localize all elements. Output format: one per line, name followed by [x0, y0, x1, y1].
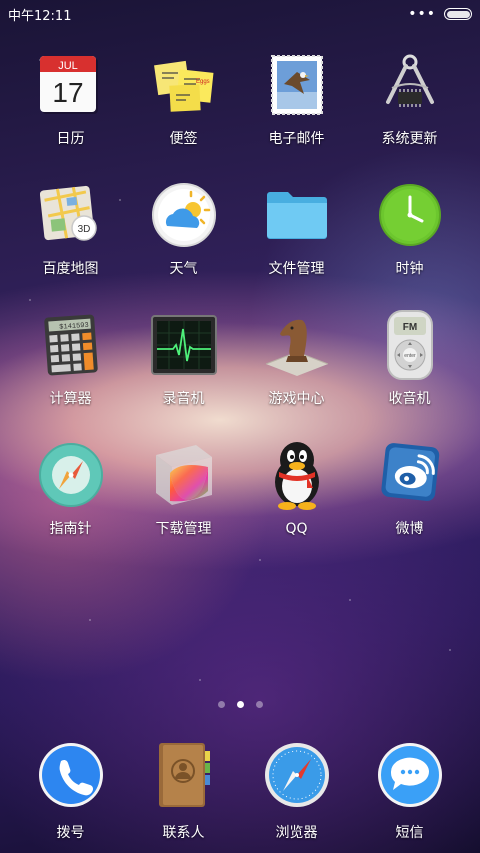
calendar-day: 17 [52, 77, 83, 108]
app-download-manager[interactable]: 下载管理 [127, 440, 240, 570]
app-calculator[interactable]: $141593 计算器 [14, 310, 127, 440]
clock-icon [375, 180, 445, 250]
app-clock[interactable]: 时钟 [353, 180, 466, 310]
app-label: 短信 [395, 825, 424, 841]
page-dot-1[interactable] [217, 701, 225, 708]
app-notes[interactable]: Eggs 便签 [127, 50, 240, 180]
app-weather[interactable]: 天气 [127, 180, 240, 310]
app-label: 拨号 [56, 825, 85, 841]
calendar-icon: JUL 17 [36, 50, 106, 120]
folder-icon [262, 180, 332, 250]
radio-enter: enter [404, 353, 416, 359]
penguin-icon [262, 440, 332, 510]
mail-stamp-icon [262, 50, 332, 120]
app-label: 日历 [56, 131, 85, 147]
status-time: 中午12:11 [8, 8, 72, 24]
dock-messages[interactable]: 短信 [353, 740, 466, 842]
app-label: QQ [285, 521, 308, 537]
app-radio[interactable]: FM enter 收音机 [353, 310, 466, 440]
contacts-book-icon [149, 740, 219, 810]
page-dot-2-active[interactable] [236, 701, 244, 708]
app-label: 指南针 [49, 521, 92, 537]
app-label: 百度地图 [42, 261, 99, 277]
app-recorder[interactable]: 录音机 [127, 310, 240, 440]
app-weibo[interactable]: 微博 [353, 440, 466, 570]
app-file-manager[interactable]: 文件管理 [240, 180, 353, 310]
radio-icon: FM enter [375, 310, 445, 380]
app-label: 微博 [395, 521, 424, 537]
app-label: 时钟 [395, 261, 424, 277]
more-dots-icon: ••• [408, 6, 436, 22]
radio-display: FM [402, 322, 416, 333]
app-label: 文件管理 [268, 261, 325, 277]
app-compass[interactable]: 指南针 [14, 440, 127, 570]
app-label: 系统更新 [381, 131, 438, 147]
compass-icon [36, 440, 106, 510]
app-game-center[interactable]: 游戏中心 [240, 310, 353, 440]
phone-icon [36, 740, 106, 810]
app-label: 联系人 [162, 825, 205, 841]
page-dot-3[interactable] [255, 701, 263, 708]
chess-knight-icon [262, 310, 332, 380]
app-mail[interactable]: 电子邮件 [240, 50, 353, 180]
app-label: 计算器 [49, 391, 92, 407]
svg-text:Eggs: Eggs [196, 79, 210, 85]
dock-browser[interactable]: 浏览器 [240, 740, 353, 842]
dock-contacts[interactable]: 联系人 [127, 740, 240, 842]
compass-tool-chip-icon [375, 50, 445, 120]
app-label: 录音机 [162, 391, 205, 407]
status-icons: ••• [408, 7, 472, 21]
app-label: 浏览器 [275, 825, 318, 841]
app-label: 天气 [169, 261, 198, 277]
gradient-chart-icon [149, 440, 219, 510]
weibo-icon [375, 440, 445, 510]
app-grid: JUL 17 日历 Eggs 便签 电子邮件 系统更新 3D 百度地图 天气 文… [14, 50, 466, 570]
page-indicator[interactable] [0, 701, 480, 708]
calendar-month: JUL [58, 60, 78, 72]
message-bubble-icon [375, 740, 445, 810]
dock: 拨号 联系人 浏览器 短信 [14, 740, 466, 842]
app-qq[interactable]: QQ [240, 440, 353, 570]
weather-icon [149, 180, 219, 250]
safari-compass-icon [262, 740, 332, 810]
app-baidu-map[interactable]: 3D 百度地图 [14, 180, 127, 310]
dock-phone[interactable]: 拨号 [14, 740, 127, 842]
status-bar: 中午12:11 ••• [0, 0, 480, 28]
map-icon: 3D [36, 180, 106, 250]
app-label: 下载管理 [155, 521, 212, 537]
calculator-icon: $141593 [36, 310, 106, 380]
battery-icon [444, 8, 472, 20]
app-label: 游戏中心 [268, 391, 325, 407]
app-label: 电子邮件 [268, 131, 325, 147]
app-label: 收音机 [388, 391, 431, 407]
notes-icon: Eggs [149, 50, 219, 120]
app-label: 便签 [169, 131, 198, 147]
app-calendar[interactable]: JUL 17 日历 [14, 50, 127, 180]
map-3d-badge: 3D [77, 224, 90, 235]
waveform-monitor-icon [149, 310, 219, 380]
app-system-update[interactable]: 系统更新 [353, 50, 466, 180]
